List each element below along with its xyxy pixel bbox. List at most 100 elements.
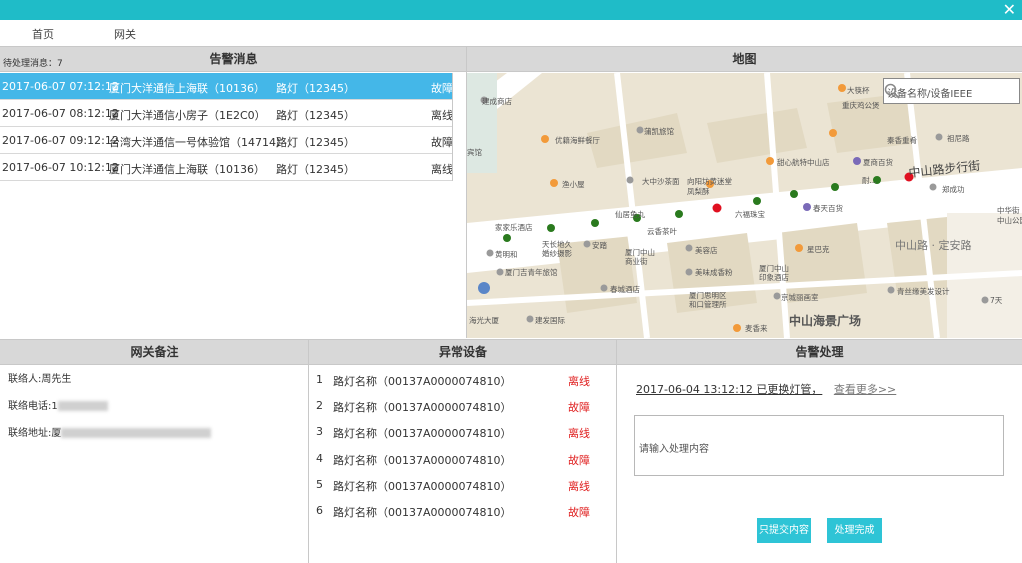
poi-label: 美味成香粉 xyxy=(695,267,733,277)
poi-label: 麦香来 xyxy=(745,323,768,333)
close-icon[interactable]: ✕ xyxy=(1003,1,1016,19)
gateway-note: 联络人:周先生 联络电话:1 联络地址:厦 xyxy=(8,370,212,451)
alarm-list-scrollbar-edge xyxy=(452,73,453,181)
device-row[interactable]: 6 路灯名称（00137A0000074810） 故障 xyxy=(316,504,606,530)
poi-label: 优籍海鲜餐厅 xyxy=(555,135,600,145)
alarm-time: 2017-06-07 09:12:12 xyxy=(2,134,119,147)
poi-label: 秦香重肴 xyxy=(887,135,917,145)
device-row[interactable]: 4 路灯名称（00137A0000074810） 故障 xyxy=(316,452,606,478)
device-index: 4 xyxy=(316,452,323,465)
device-index: 3 xyxy=(316,425,323,438)
handle-input-placeholder: 请输入处理内容 xyxy=(639,444,709,455)
poi-label: 厦门中山 xyxy=(759,263,789,273)
contact-person: 联络人:周先生 xyxy=(8,374,72,385)
redacted-phone xyxy=(57,401,108,411)
magnifier-icon[interactable] xyxy=(884,83,900,99)
alarm-status: 离线 xyxy=(431,109,453,122)
alarm-panel-title: 告警消息 xyxy=(0,46,467,72)
alarm-list: 2017-06-07 07:12:12 厦门大洋通信上海联（10136） 路灯（… xyxy=(0,73,453,181)
alarm-time: 2017-06-07 08:12:12 xyxy=(2,107,119,120)
poi-label: 中华街 xyxy=(997,205,1020,215)
poi-label: 商业街 xyxy=(625,256,648,266)
poi-label: 凤梨酥 xyxy=(687,186,710,196)
device-status: 故障 xyxy=(568,506,590,519)
poi-label: 甜心航特中山店 xyxy=(777,157,830,167)
device-row[interactable]: 5 路灯名称（00137A0000074810） 离线 xyxy=(316,478,606,504)
map-search-input[interactable]: 设备名称/设备IEEE xyxy=(883,78,1020,104)
alarm-row[interactable]: 2017-06-07 09:12:12 台湾大洋通信一号体验馆（14714） 路… xyxy=(0,127,453,154)
nav-item-home[interactable]: 首页 xyxy=(32,26,54,42)
poi-label: 大中沙茶面 xyxy=(642,176,680,186)
alarm-lamp: 路灯（12345） xyxy=(276,136,355,149)
poi-label: 大筷杯 xyxy=(847,85,870,95)
alarm-status: 离线 xyxy=(431,163,453,176)
map-view[interactable]: 建成商店 优籍海鲜餐厅 蒲凯旅馆 重庆鸡公煲 大筷杯 秦香重肴 祖尼路 宾馆 甜… xyxy=(467,73,1022,338)
poi-label: 仙居鱼丸 xyxy=(615,209,645,219)
view-more-link[interactable]: 查看更多>> xyxy=(834,383,896,396)
contact-address-label: 联络地址:厦 xyxy=(8,428,62,439)
finish-button[interactable]: 处理完成 xyxy=(827,518,882,543)
alarm-lamp: 路灯（12345） xyxy=(276,163,355,176)
device-status: 离线 xyxy=(568,480,590,493)
note-panel-title: 网关备注 xyxy=(0,339,309,365)
device-panel-title: 异常设备 xyxy=(309,339,617,365)
poi-label: 厦门中山 xyxy=(625,247,655,257)
poi-label: 星巴克 xyxy=(807,245,830,254)
device-name: 路灯名称（00137A0000074810） xyxy=(333,454,512,467)
alarm-lamp: 路灯（12345） xyxy=(276,109,355,122)
device-row[interactable]: 1 路灯名称（00137A0000074810） 离线 xyxy=(316,373,606,399)
poi-label: 中山公园 xyxy=(997,215,1022,225)
poi-label: 六福珠宝 xyxy=(735,209,765,219)
device-status: 故障 xyxy=(568,454,590,467)
poi-label: 黄明和 xyxy=(495,249,518,259)
submit-only-button[interactable]: 只提交内容 xyxy=(757,518,811,543)
alarm-device: 厦门大洋通信小房子（1E2C0） xyxy=(109,109,266,122)
device-index: 2 xyxy=(316,399,323,412)
handle-content-input[interactable]: 请输入处理内容 xyxy=(634,415,1004,476)
contact-phone: 联络电话:1 xyxy=(8,397,211,424)
device-status: 故障 xyxy=(568,401,590,414)
panel-divider xyxy=(308,339,309,563)
panel-divider xyxy=(616,339,617,563)
poi-label: 宾馆 xyxy=(467,147,482,157)
alarm-time: 2017-06-07 07:12:12 xyxy=(2,80,119,93)
device-name: 路灯名称（00137A0000074810） xyxy=(333,401,512,414)
poi-label: 7天 xyxy=(990,296,1003,305)
alarm-status: 故障 xyxy=(431,136,453,149)
device-index: 6 xyxy=(316,504,323,517)
poi-label: 和口管理所 xyxy=(689,299,727,309)
device-status: 离线 xyxy=(568,375,590,388)
poi-label: 春天百货 xyxy=(813,203,843,213)
device-index: 5 xyxy=(316,478,323,491)
last-handle-record: 2017-06-04 13:12:12 已更换灯管， 查看更多>> xyxy=(636,381,896,397)
alarm-time: 2017-06-07 10:12:12 xyxy=(2,161,119,174)
device-index: 1 xyxy=(316,373,323,386)
poi-label: 美容店 xyxy=(695,245,718,255)
poi-label: 印象酒店 xyxy=(759,272,789,282)
device-name: 路灯名称（00137A0000074810） xyxy=(333,506,512,519)
poi-label: 向阳坊黄迷堂 xyxy=(687,176,732,186)
nav-item-gateway[interactable]: 网关 xyxy=(114,26,136,42)
device-name: 路灯名称（00137A0000074810） xyxy=(333,427,512,440)
alarm-row[interactable]: 2017-06-07 08:12:12 厦门大洋通信小房子（1E2C0） 路灯（… xyxy=(0,100,453,127)
redacted-address xyxy=(61,428,212,438)
device-row[interactable]: 2 路灯名称（00137A0000074810） 故障 xyxy=(316,399,606,425)
device-name: 路灯名称（00137A0000074810） xyxy=(333,375,512,388)
contact-phone-label: 联络电话:1 xyxy=(8,401,58,412)
poi-label: 夏商百货 xyxy=(863,157,893,167)
alarm-row[interactable]: 2017-06-07 07:12:12 厦门大洋通信上海联（10136） 路灯（… xyxy=(0,73,453,100)
handle-panel-title: 告警处理 xyxy=(617,339,1022,365)
last-handle-text: 2017-06-04 13:12:12 已更换灯管， xyxy=(636,383,823,396)
alarm-device: 台湾大洋通信一号体验馆（14714） xyxy=(109,136,287,149)
poi-label: 耐... xyxy=(862,175,877,185)
poi-label: 重庆鸡公煲 xyxy=(842,100,880,110)
poi-label: 婚纱摄影 xyxy=(542,248,572,258)
device-status: 离线 xyxy=(568,427,590,440)
device-name: 路灯名称（00137A0000074810） xyxy=(333,480,512,493)
map-canvas: 建成商店 优籍海鲜餐厅 蒲凯旅馆 重庆鸡公煲 大筷杯 秦香重肴 祖尼路 宾馆 甜… xyxy=(467,73,1022,338)
contact-address: 联络地址:厦 xyxy=(8,424,212,451)
device-row[interactable]: 3 路灯名称（00137A0000074810） 离线 xyxy=(316,425,606,451)
alarm-row[interactable]: 2017-06-07 10:12:12 厦门大洋通信上海联（10136） 路灯（… xyxy=(0,154,453,181)
poi-label: 青丝缘美发设计 xyxy=(897,286,950,296)
poi-label: 厦门吉青年旅馆 xyxy=(505,267,558,277)
